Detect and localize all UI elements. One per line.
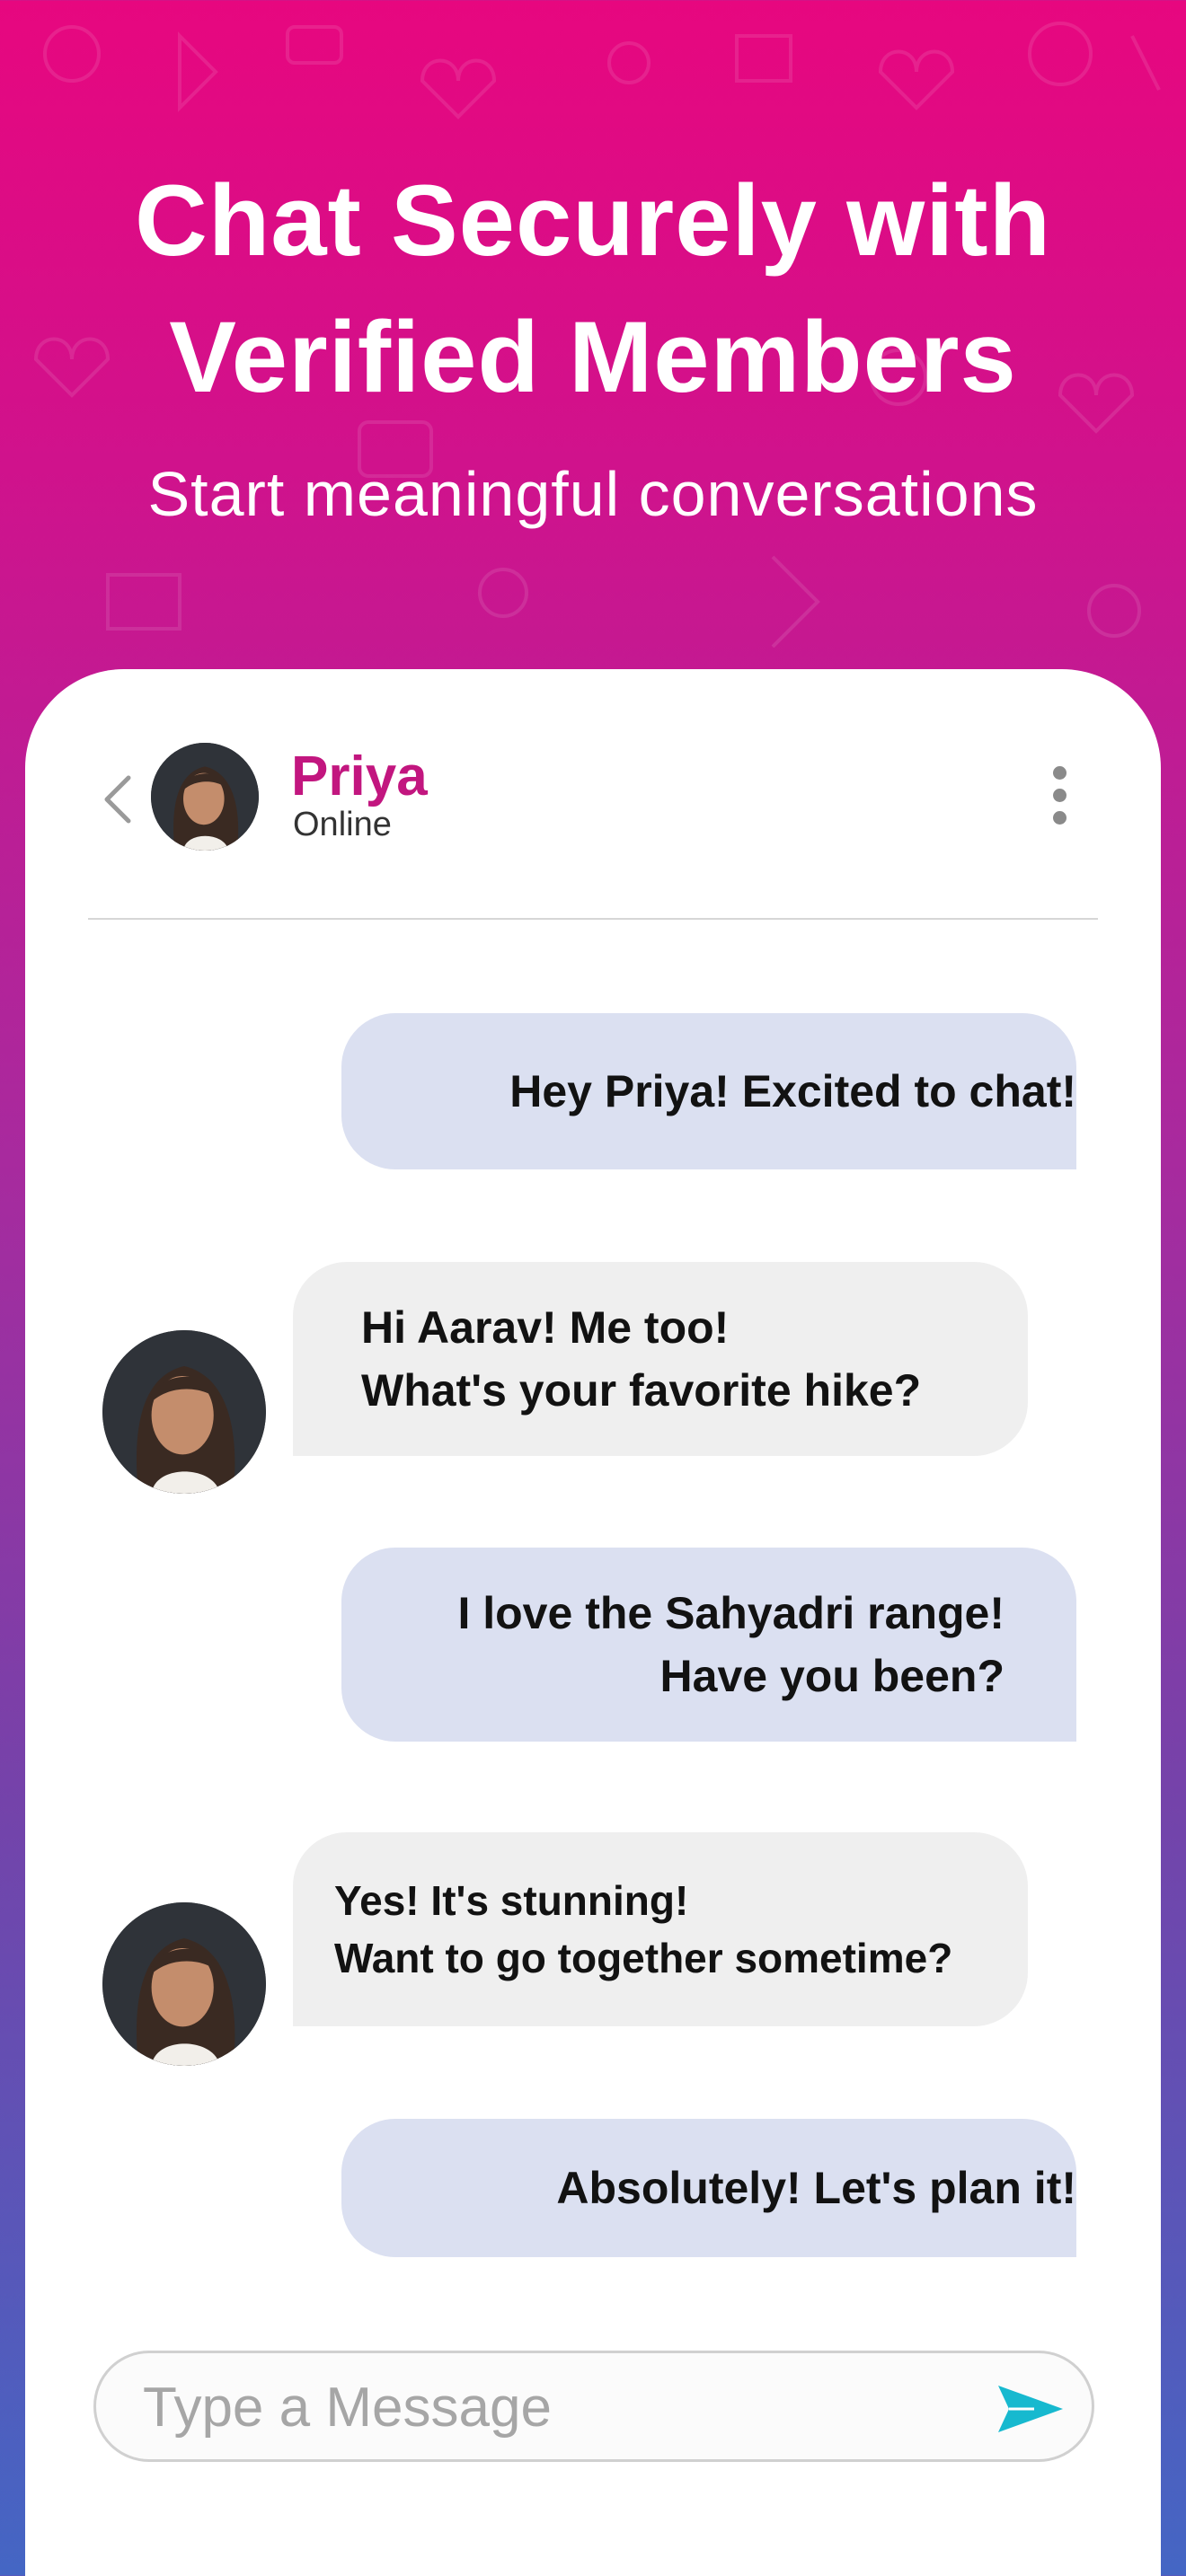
chat-header: Priya Online xyxy=(25,669,1161,921)
message-composer xyxy=(93,2351,1094,2462)
contact-name: Priya xyxy=(291,745,428,807)
message-input[interactable] xyxy=(143,2366,951,2448)
message-sent: I love the Sahyadri range! Have you been… xyxy=(341,1548,1076,1742)
message-received: Yes! It's stunning! Want to go together … xyxy=(293,1832,1028,2026)
back-button[interactable] xyxy=(95,768,140,831)
hero-title: Chat Securely with Verified Members xyxy=(134,164,1052,413)
avatar[interactable] xyxy=(102,1902,266,2066)
hero-subtitle: Start meaningful conversations xyxy=(147,459,1039,529)
more-vertical-icon xyxy=(1052,765,1067,780)
more-options-button[interactable] xyxy=(1028,759,1091,831)
message-text: I love the Sahyadri range! Have you been… xyxy=(457,1588,1005,1701)
message-text: Yes! It's stunning! Want to go together … xyxy=(334,1877,953,1981)
avatar[interactable] xyxy=(102,1330,266,1494)
chat-screen: Priya Online Hey Priya! Excited to chat!… xyxy=(25,669,1161,2576)
message-text: Hi Aarav! Me too! What's your favorite h… xyxy=(361,1302,922,1416)
profile-photo xyxy=(102,1902,266,2066)
send-icon xyxy=(998,2386,1063,2432)
contact-status: Online xyxy=(293,806,392,843)
message-sent: Hey Priya! Excited to chat! xyxy=(341,1013,1076,1169)
send-button[interactable] xyxy=(995,2382,1067,2436)
message-received: Hi Aarav! Me too! What's your favorite h… xyxy=(293,1262,1028,1456)
message-text: Hey Priya! Excited to chat! xyxy=(509,1066,1076,1116)
profile-photo xyxy=(102,1330,266,1494)
header-divider xyxy=(88,918,1098,920)
profile-photo xyxy=(151,743,259,851)
avatar[interactable] xyxy=(151,743,259,851)
chevron-left-icon xyxy=(104,775,131,824)
message-sent: Absolutely! Let's plan it! xyxy=(341,2119,1076,2257)
message-text: Absolutely! Let's plan it! xyxy=(556,2163,1076,2213)
